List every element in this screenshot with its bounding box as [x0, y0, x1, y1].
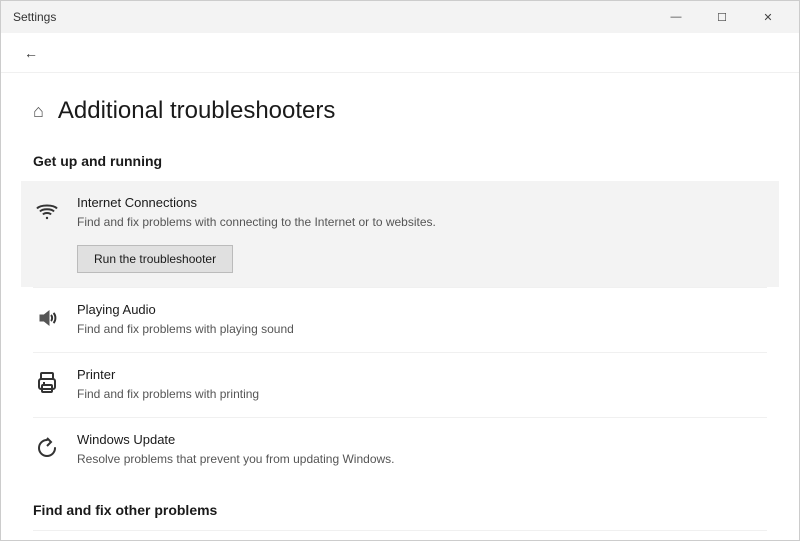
title-bar-left: Settings: [13, 10, 56, 24]
update-icon: [33, 434, 61, 462]
wifi-icon: [33, 197, 61, 225]
windows-update-item-body: Windows Update Resolve problems that pre…: [77, 432, 767, 468]
back-button[interactable]: ←: [17, 39, 45, 67]
page-title: Additional troubleshooters: [58, 97, 336, 125]
printer-icon: [33, 369, 61, 397]
printer-item-name: Printer: [77, 367, 767, 382]
settings-window: Settings — ☐ ✕ ← ⌂ Additional troublesho…: [0, 0, 800, 541]
internet-item-desc: Find and fix problems with connecting to…: [77, 213, 767, 231]
printer-item-desc: Find and fix problems with printing: [77, 385, 767, 403]
section-heading-2: Find and fix other problems: [33, 502, 767, 518]
troubleshooter-item-audio[interactable]: Playing Audio Find and fix problems with…: [33, 287, 767, 352]
audio-item-body: Playing Audio Find and fix problems with…: [77, 302, 767, 338]
close-button[interactable]: ✕: [745, 1, 791, 33]
title-bar-title: Settings: [13, 10, 56, 24]
windows-update-item-name: Windows Update: [77, 432, 767, 447]
audio-icon: [33, 304, 61, 332]
internet-item-body: Internet Connections Find and fix proble…: [77, 195, 767, 273]
maximize-button[interactable]: ☐: [699, 1, 745, 33]
nav-bar: ←: [1, 33, 799, 73]
troubleshooter-item-printer[interactable]: Printer Find and fix problems with print…: [33, 352, 767, 417]
title-bar: Settings — ☐ ✕: [1, 1, 799, 33]
minimize-button[interactable]: —: [653, 1, 699, 33]
run-troubleshooter-button[interactable]: Run the troubleshooter: [77, 245, 233, 273]
page-header: ⌂ Additional troubleshooters: [33, 97, 767, 125]
audio-item-desc: Find and fix problems with playing sound: [77, 320, 767, 338]
windows-update-item-desc: Resolve problems that prevent you from u…: [77, 450, 767, 468]
section-heading-1: Get up and running: [33, 153, 767, 169]
troubleshooter-item-bluetooth[interactable]: Bluetooth Find and fix problems with Blu…: [33, 530, 767, 540]
title-bar-controls: — ☐ ✕: [653, 1, 791, 33]
troubleshooter-item-windows-update[interactable]: Windows Update Resolve problems that pre…: [33, 417, 767, 482]
printer-item-body: Printer Find and fix problems with print…: [77, 367, 767, 403]
internet-item-name: Internet Connections: [77, 195, 767, 210]
section-get-up-and-running: Get up and running Internet Connections: [33, 153, 767, 482]
content-area: ⌂ Additional troubleshooters Get up and …: [1, 73, 799, 540]
audio-item-name: Playing Audio: [77, 302, 767, 317]
home-icon: ⌂: [33, 101, 44, 122]
main-content: ⌂ Additional troubleshooters Get up and …: [1, 73, 799, 540]
troubleshooter-item-internet[interactable]: Internet Connections Find and fix proble…: [21, 181, 779, 287]
section-find-fix: Find and fix other problems Bluetooth Fi…: [33, 502, 767, 540]
